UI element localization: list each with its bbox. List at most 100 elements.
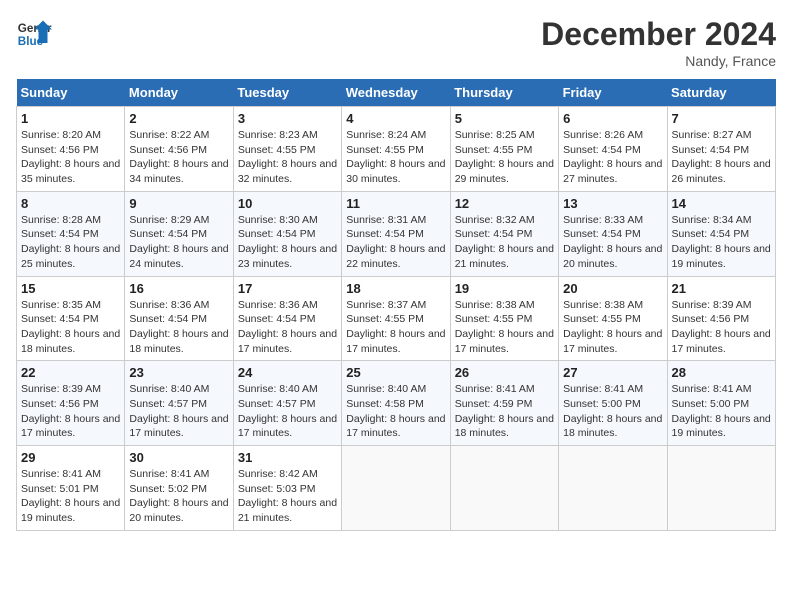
- day-number: 13: [563, 196, 662, 211]
- day-of-week-header: Tuesday: [233, 79, 341, 107]
- day-info: Sunrise: 8:40 AMSunset: 4:57 PMDaylight:…: [129, 382, 228, 441]
- calendar-cell: 7Sunrise: 8:27 AMSunset: 4:54 PMDaylight…: [667, 107, 775, 192]
- day-info: Sunrise: 8:31 AMSunset: 4:54 PMDaylight:…: [346, 213, 445, 272]
- calendar-cell: 12 Sunrise: 8:32 AMSunset: 4:54 PMDayligh…: [450, 191, 558, 276]
- calendar-cell: 18 Sunrise: 8:37 AMSunset: 4:55 PMDayligh…: [342, 276, 450, 361]
- calendar-cell: 4Sunrise: 8:24 AMSunset: 4:55 PMDaylight…: [342, 107, 450, 192]
- calendar-cell: [450, 446, 558, 531]
- calendar-cell: [667, 446, 775, 531]
- day-info: Sunrise: 8:41 AMSunset: 5:01 PMDaylight:…: [21, 467, 120, 526]
- day-of-week-header: Sunday: [17, 79, 125, 107]
- day-number: 25: [346, 365, 445, 380]
- calendar-table: SundayMondayTuesdayWednesdayThursdayFrid…: [16, 79, 776, 531]
- calendar-cell: 10Sunrise: 8:30 AMSunset: 4:54 PMDayligh…: [233, 191, 341, 276]
- day-number: 6: [563, 111, 662, 126]
- day-info: Sunrise: 8:22 AMSunset: 4:56 PMDaylight:…: [129, 128, 228, 187]
- calendar-cell: 13 Sunrise: 8:33 AMSunset: 4:54 PMDayligh…: [559, 191, 667, 276]
- day-info: Sunrise: 8:40 AMSunset: 4:58 PMDaylight:…: [346, 382, 445, 441]
- day-info: Sunrise: 8:38 AMSunset: 4:55 PMDaylight:…: [455, 298, 554, 357]
- day-number: 18: [346, 281, 445, 296]
- day-info: Sunrise: 8:41 AMSunset: 5:00 PMDaylight:…: [563, 382, 662, 441]
- calendar-cell: 23Sunrise: 8:40 AMSunset: 4:57 PMDayligh…: [125, 361, 233, 446]
- day-info: Sunrise: 8:37 AMSunset: 4:55 PMDaylight:…: [346, 298, 445, 357]
- calendar-cell: 21 Sunrise: 8:39 AMSunset: 4:56 PMDayligh…: [667, 276, 775, 361]
- calendar-body: 1 Sunrise: 8:20 AMSunset: 4:56 PMDaylight…: [17, 107, 776, 531]
- day-number: 5: [455, 111, 554, 126]
- day-info: Sunrise: 8:25 AMSunset: 4:55 PMDaylight:…: [455, 128, 554, 187]
- calendar-cell: 27 Sunrise: 8:41 AMSunset: 5:00 PMDayligh…: [559, 361, 667, 446]
- day-number: 3: [238, 111, 337, 126]
- calendar-cell: 30Sunrise: 8:41 AMSunset: 5:02 PMDayligh…: [125, 446, 233, 531]
- day-number: 14: [672, 196, 771, 211]
- calendar-cell: 25 Sunrise: 8:40 AMSunset: 4:58 PMDayligh…: [342, 361, 450, 446]
- calendar-week-row: 29Sunrise: 8:41 AMSunset: 5:01 PMDayligh…: [17, 446, 776, 531]
- day-info: Sunrise: 8:27 AMSunset: 4:54 PMDaylight:…: [672, 128, 771, 187]
- calendar-week-row: 8Sunrise: 8:28 AMSunset: 4:54 PMDaylight…: [17, 191, 776, 276]
- day-number: 2: [129, 111, 228, 126]
- day-info: Sunrise: 8:41 AMSunset: 5:00 PMDaylight:…: [672, 382, 771, 441]
- day-number: 1: [21, 111, 120, 126]
- calendar-week-row: 22 Sunrise: 8:39 AMSunset: 4:56 PMDayligh…: [17, 361, 776, 446]
- day-number: 31: [238, 450, 337, 465]
- calendar-week-row: 1 Sunrise: 8:20 AMSunset: 4:56 PMDaylight…: [17, 107, 776, 192]
- calendar-cell: 3 Sunrise: 8:23 AMSunset: 4:55 PMDaylight…: [233, 107, 341, 192]
- day-number: 21: [672, 281, 771, 296]
- day-number: 28: [672, 365, 771, 380]
- calendar-cell: [342, 446, 450, 531]
- calendar-cell: 14 Sunrise: 8:34 AMSunset: 4:54 PMDayligh…: [667, 191, 775, 276]
- calendar-cell: 28 Sunrise: 8:41 AMSunset: 5:00 PMDayligh…: [667, 361, 775, 446]
- day-number: 19: [455, 281, 554, 296]
- calendar-cell: 16 Sunrise: 8:36 AMSunset: 4:54 PMDayligh…: [125, 276, 233, 361]
- calendar-cell: 9Sunrise: 8:29 AMSunset: 4:54 PMDaylight…: [125, 191, 233, 276]
- calendar-cell: 11 Sunrise: 8:31 AMSunset: 4:54 PMDayligh…: [342, 191, 450, 276]
- day-number: 11: [346, 196, 445, 211]
- day-info: Sunrise: 8:29 AMSunset: 4:54 PMDaylight:…: [129, 213, 228, 272]
- day-of-week-header: Monday: [125, 79, 233, 107]
- day-info: Sunrise: 8:26 AMSunset: 4:54 PMDaylight:…: [563, 128, 662, 187]
- day-info: Sunrise: 8:39 AMSunset: 4:56 PMDaylight:…: [21, 382, 120, 441]
- day-info: Sunrise: 8:40 AMSunset: 4:57 PMDaylight:…: [238, 382, 337, 441]
- day-info: Sunrise: 8:28 AMSunset: 4:54 PMDaylight:…: [21, 213, 120, 272]
- day-number: 27: [563, 365, 662, 380]
- day-number: 30: [129, 450, 228, 465]
- day-number: 12: [455, 196, 554, 211]
- calendar-cell: 19 Sunrise: 8:38 AMSunset: 4:55 PMDayligh…: [450, 276, 558, 361]
- day-number: 4: [346, 111, 445, 126]
- day-info: Sunrise: 8:39 AMSunset: 4:56 PMDaylight:…: [672, 298, 771, 357]
- day-info: Sunrise: 8:41 AMSunset: 4:59 PMDaylight:…: [455, 382, 554, 441]
- calendar-cell: 24 Sunrise: 8:40 AMSunset: 4:57 PMDayligh…: [233, 361, 341, 446]
- day-number: 10: [238, 196, 337, 211]
- calendar-cell: 6 Sunrise: 8:26 AMSunset: 4:54 PMDaylight…: [559, 107, 667, 192]
- calendar-week-row: 15 Sunrise: 8:35 AMSunset: 4:54 PMDayligh…: [17, 276, 776, 361]
- calendar-cell: 26 Sunrise: 8:41 AMSunset: 4:59 PMDayligh…: [450, 361, 558, 446]
- calendar-header-row: SundayMondayTuesdayWednesdayThursdayFrid…: [17, 79, 776, 107]
- calendar-cell: [559, 446, 667, 531]
- day-info: Sunrise: 8:35 AMSunset: 4:54 PMDaylight:…: [21, 298, 120, 357]
- day-info: Sunrise: 8:32 AMSunset: 4:54 PMDaylight:…: [455, 213, 554, 272]
- header: General Blue December 2024 Nandy, France: [16, 16, 776, 69]
- day-info: Sunrise: 8:20 AMSunset: 4:56 PMDaylight:…: [21, 128, 120, 187]
- logo-icon: General Blue: [16, 16, 52, 52]
- day-number: 22: [21, 365, 120, 380]
- day-info: Sunrise: 8:23 AMSunset: 4:55 PMDaylight:…: [238, 128, 337, 187]
- calendar-cell: 5 Sunrise: 8:25 AMSunset: 4:55 PMDaylight…: [450, 107, 558, 192]
- calendar-cell: 2 Sunrise: 8:22 AMSunset: 4:56 PMDaylight…: [125, 107, 233, 192]
- day-number: 15: [21, 281, 120, 296]
- title-area: December 2024 Nandy, France: [541, 16, 776, 69]
- calendar-cell: 15 Sunrise: 8:35 AMSunset: 4:54 PMDayligh…: [17, 276, 125, 361]
- calendar-cell: 1 Sunrise: 8:20 AMSunset: 4:56 PMDaylight…: [17, 107, 125, 192]
- day-number: 16: [129, 281, 228, 296]
- day-number: 20: [563, 281, 662, 296]
- day-number: 24: [238, 365, 337, 380]
- day-info: Sunrise: 8:33 AMSunset: 4:54 PMDaylight:…: [563, 213, 662, 272]
- day-of-week-header: Friday: [559, 79, 667, 107]
- day-info: Sunrise: 8:36 AMSunset: 4:54 PMDaylight:…: [129, 298, 228, 357]
- day-info: Sunrise: 8:34 AMSunset: 4:54 PMDaylight:…: [672, 213, 771, 272]
- day-info: Sunrise: 8:36 AMSunset: 4:54 PMDaylight:…: [238, 298, 337, 357]
- calendar-cell: 8Sunrise: 8:28 AMSunset: 4:54 PMDaylight…: [17, 191, 125, 276]
- day-info: Sunrise: 8:38 AMSunset: 4:55 PMDaylight:…: [563, 298, 662, 357]
- logo: General Blue: [16, 16, 52, 52]
- day-of-week-header: Saturday: [667, 79, 775, 107]
- day-number: 26: [455, 365, 554, 380]
- calendar-cell: 20 Sunrise: 8:38 AMSunset: 4:55 PMDayligh…: [559, 276, 667, 361]
